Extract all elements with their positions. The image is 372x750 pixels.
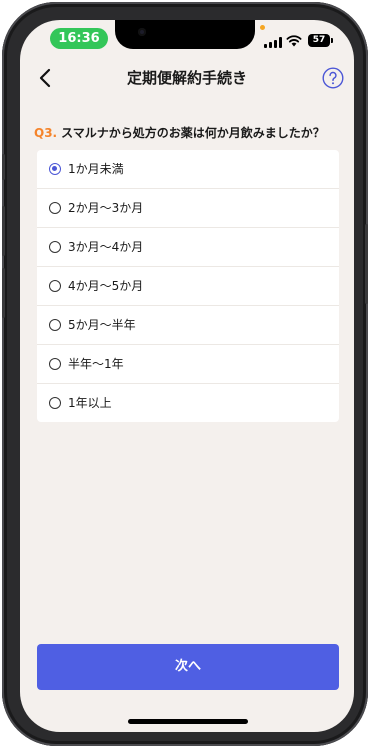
camera-icon: [138, 28, 146, 36]
radio-icon[interactable]: [49, 319, 61, 331]
status-time: 16:36: [50, 28, 108, 49]
page-title: 定期便解約手続き: [126, 69, 247, 87]
question-text: スマルナから処方のお薬は何か月飲みましたか？: [61, 126, 325, 140]
answer-options-list: 1か月未満 2か月〜3か月 3か月〜4か月 4か月〜5か月 5か月〜半年 半年〜…: [37, 150, 339, 422]
status-bar: 16:36 57: [20, 20, 354, 60]
radio-icon[interactable]: [49, 397, 61, 409]
option-row-1[interactable]: 1か月未満: [37, 150, 339, 189]
option-label: 1か月未満: [68, 162, 124, 176]
power-button: [365, 224, 368, 304]
signal-icon: [264, 37, 282, 48]
option-label: 4か月〜5か月: [68, 279, 144, 293]
option-label: 1年以上: [68, 396, 112, 410]
option-row-2[interactable]: 2か月〜3か月: [37, 189, 339, 228]
next-button[interactable]: 次へ: [37, 644, 339, 690]
option-row-6[interactable]: 半年〜1年: [37, 345, 339, 384]
radio-icon[interactable]: [49, 202, 61, 214]
radio-icon[interactable]: [49, 280, 61, 292]
battery-icon: 57: [308, 34, 333, 47]
help-icon[interactable]: [322, 67, 344, 89]
option-label: 2か月〜3か月: [68, 201, 144, 215]
volume-up-button: [2, 206, 5, 256]
mic-indicator-icon: [260, 25, 265, 30]
question-number: Q3.: [34, 126, 58, 140]
phone-frame: 16:36 57 定期便解約手続き Q3. スマルナから処方のお薬は何か月飲みま…: [2, 2, 368, 746]
option-row-7[interactable]: 1年以上: [37, 384, 339, 422]
nav-bar: 定期便解約手続き: [20, 60, 354, 96]
radio-icon[interactable]: [49, 241, 61, 253]
option-row-5[interactable]: 5か月〜半年: [37, 306, 339, 345]
wifi-icon: [286, 35, 302, 47]
option-label: 3か月〜4か月: [68, 240, 144, 254]
option-label: 半年〜1年: [68, 357, 124, 371]
silent-switch: [2, 154, 5, 180]
home-indicator[interactable]: [128, 719, 248, 724]
back-chevron-icon[interactable]: [34, 66, 58, 90]
option-row-3[interactable]: 3か月〜4か月: [37, 228, 339, 267]
screen: 16:36 57 定期便解約手続き Q3. スマルナから処方のお薬は何か月飲みま…: [20, 20, 354, 732]
option-label: 5か月〜半年: [68, 318, 136, 332]
notch: [115, 20, 255, 49]
radio-icon[interactable]: [49, 358, 61, 370]
question-heading: Q3. スマルナから処方のお薬は何か月飲みましたか？: [34, 124, 344, 141]
volume-down-button: [2, 268, 5, 318]
option-row-4[interactable]: 4か月〜5か月: [37, 267, 339, 306]
radio-selected-icon[interactable]: [49, 163, 61, 175]
